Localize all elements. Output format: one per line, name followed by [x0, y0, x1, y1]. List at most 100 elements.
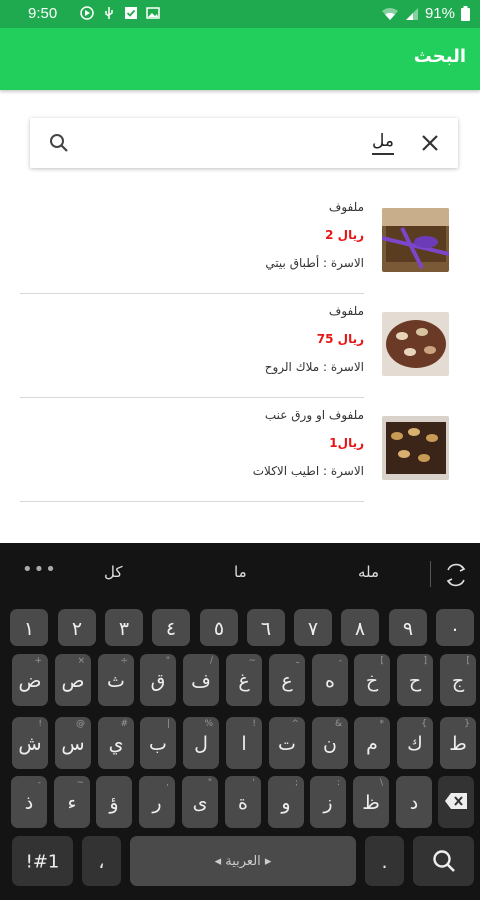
letter-key[interactable]: ~ غ [226, 654, 262, 706]
item-price: ريال1 [329, 436, 364, 450]
key-label: ظ [362, 791, 380, 814]
letter-key[interactable]: & ن [312, 717, 348, 769]
letter-key[interactable]: ' ة [225, 776, 261, 828]
letter-key[interactable]: ؤ [96, 776, 132, 828]
search-bar[interactable]: مل [30, 118, 458, 168]
wifi-icon [381, 7, 398, 20]
comma-key[interactable]: ، [82, 836, 121, 886]
letter-key[interactable]: / ف [183, 654, 219, 706]
key-label: غ [238, 669, 250, 692]
letter-key[interactable]: ] ح [397, 654, 433, 706]
key-hint: ] [423, 656, 427, 666]
digit-key[interactable]: ١ [10, 609, 48, 646]
search-icon[interactable] [48, 132, 70, 154]
letter-key[interactable]: @ س [55, 717, 91, 769]
item-name: ملفوف [328, 304, 364, 318]
letter-key[interactable]: ! ش [12, 717, 48, 769]
letter-key[interactable]: {ك [397, 717, 433, 769]
letter-key[interactable]: -ه [312, 654, 348, 706]
search-key[interactable] [413, 836, 474, 886]
suggestion-bar: ••• كل ما مله [0, 543, 480, 603]
key-label: د [409, 791, 419, 814]
digit-key[interactable]: ٥ [200, 609, 238, 646]
space-key[interactable]: ◂ العربية ▸ [130, 836, 356, 886]
letter-key[interactable]: ~ ء [54, 776, 90, 828]
key-label: ا [241, 732, 247, 755]
key-label: ف [191, 669, 211, 692]
letter-key[interactable]: :ز [310, 776, 346, 828]
letter-key[interactable]: ^ ت [269, 717, 305, 769]
letter-key[interactable]: ÷ ث [98, 654, 134, 706]
item-price: ريال 2 [325, 228, 364, 242]
key-hint: # [120, 719, 128, 729]
space-language-label: العربية [225, 854, 261, 870]
app-bar: البحث [0, 28, 480, 90]
key-hint: - [338, 656, 342, 666]
key-label: ٢ [71, 617, 83, 640]
symbols-key[interactable]: !#1 [12, 836, 73, 886]
status-right: 91% [381, 5, 470, 22]
digit-key[interactable]: ٠ [436, 609, 474, 646]
list-item[interactable]: ملفوف ريال 2 الاسرة : أطباق بيتي [0, 190, 480, 294]
letter-key[interactable]: \ ظ [353, 776, 389, 828]
letter-key[interactable]: ـع [269, 654, 305, 706]
key-hint: " [207, 778, 212, 788]
search-input[interactable]: مل [372, 130, 394, 155]
list-item[interactable]: ملفوف او ورق عنب ريال1 الاسرة : اطيب الا… [0, 398, 480, 502]
letter-key[interactable]: × ص [55, 654, 91, 706]
key-hint: - [37, 778, 41, 788]
key-label: ٣ [118, 617, 130, 640]
letter-key[interactable]: | ب [140, 717, 176, 769]
key-label: ب [149, 732, 167, 755]
list-item[interactable]: ملفوف ريال 75 الاسرة : ملاك الروح [0, 294, 480, 398]
digit-key[interactable]: ٢ [58, 609, 96, 646]
digit-key[interactable]: ٧ [294, 609, 332, 646]
key-hint: ^ [291, 719, 299, 729]
letter-key[interactable]: ; و [268, 776, 304, 828]
letter-key[interactable]: " ى [182, 776, 218, 828]
key-hint: | [166, 719, 170, 729]
letter-key[interactable]: [ج [440, 654, 476, 706]
key-label: ه [325, 669, 335, 692]
letter-key[interactable]: -ذ [11, 776, 47, 828]
key-label: ح [408, 669, 422, 692]
digit-key[interactable]: ٦ [247, 609, 285, 646]
key-label: ذ [24, 791, 34, 814]
item-family: الاسرة : اطيب الاكلات [252, 464, 364, 478]
more-suggestions-icon[interactable]: ••• [22, 559, 57, 580]
key-hint: ' [252, 778, 255, 788]
letter-key[interactable]: د [396, 776, 432, 828]
key-label: ك [407, 732, 423, 755]
key-label: ء [67, 791, 77, 814]
letter-key[interactable]: ,ر [139, 776, 175, 828]
letter-key[interactable]: " ق [140, 654, 176, 706]
digit-key[interactable]: ٤ [152, 609, 190, 646]
key-label: ؤ [109, 791, 119, 814]
letter-key[interactable]: * م [354, 717, 390, 769]
item-name: ملفوف [328, 200, 364, 214]
backspace-key[interactable] [438, 776, 474, 828]
key-hint: / [209, 656, 213, 666]
digit-key[interactable]: ٩ [389, 609, 427, 646]
letter-key[interactable]: # ي [98, 717, 134, 769]
key-hint: + [34, 656, 42, 666]
key-label: ت [278, 732, 296, 755]
period-key[interactable]: . [365, 836, 404, 886]
suggestion-left[interactable]: كل [104, 563, 123, 581]
letter-key[interactable]: % ل [183, 717, 219, 769]
letter-key[interactable]: + ض [12, 654, 48, 706]
suggestion-right[interactable]: مله [358, 563, 379, 581]
letter-key[interactable]: } ط [440, 717, 476, 769]
key-label: س [61, 732, 85, 755]
letter-key[interactable]: ! ا [226, 717, 262, 769]
digit-key[interactable]: ٨ [341, 609, 379, 646]
close-icon[interactable] [420, 133, 440, 153]
suggestion-middle[interactable]: ما [234, 563, 247, 581]
notification-icons [80, 6, 160, 20]
product-image [382, 208, 449, 272]
translate-icon[interactable] [443, 563, 469, 587]
backspace-icon [445, 793, 467, 809]
key-label: ع [281, 669, 293, 692]
letter-key[interactable]: [خ [354, 654, 390, 706]
digit-key[interactable]: ٣ [105, 609, 143, 646]
